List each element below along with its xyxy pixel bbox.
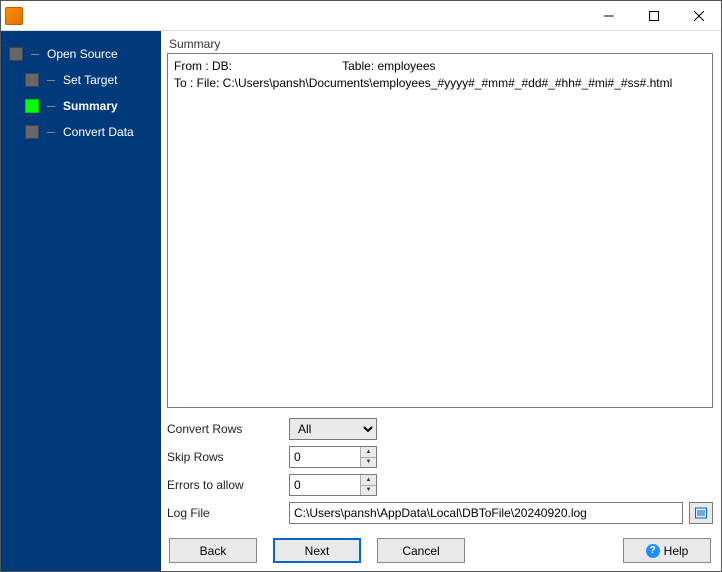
step-box-icon (25, 73, 39, 87)
sidebar-item-set-target[interactable]: Set Target (1, 67, 161, 93)
sidebar-item-convert-data[interactable]: Convert Data (1, 119, 161, 145)
spin-down-icon[interactable]: ▼ (361, 458, 376, 468)
sidebar-item-open-source[interactable]: Open Source (1, 41, 161, 67)
sidebar-item-label: Convert Data (63, 125, 134, 139)
summary-textarea[interactable]: From : DB: Table: employees To : File: C… (167, 53, 713, 408)
sidebar-item-summary[interactable]: Summary (1, 93, 161, 119)
summary-to: To : File: C:\Users\pansh\Documents\empl… (174, 75, 706, 92)
close-button[interactable] (676, 1, 721, 30)
help-icon: ? (646, 544, 660, 558)
log-file-input[interactable] (289, 502, 683, 524)
section-title: Summary (167, 37, 713, 51)
log-file-label: Log File (167, 506, 283, 520)
next-button[interactable]: Next (273, 538, 361, 563)
sidebar-item-label: Open Source (47, 47, 118, 61)
spin-up-icon[interactable]: ▲ (361, 447, 376, 458)
back-button[interactable]: Back (169, 538, 257, 563)
convert-rows-label: Convert Rows (167, 422, 283, 436)
minimize-button[interactable] (586, 1, 631, 30)
skip-rows-spinner[interactable]: ▲ ▼ (289, 446, 377, 468)
spin-up-icon[interactable]: ▲ (361, 475, 376, 486)
errors-input[interactable] (290, 475, 360, 495)
connector-icon (47, 80, 55, 81)
step-box-icon (25, 125, 39, 139)
step-box-icon (25, 99, 39, 113)
connector-icon (47, 132, 55, 133)
sidebar-item-label: Summary (63, 99, 118, 113)
connector-icon (31, 54, 39, 55)
app-icon (5, 7, 23, 25)
errors-label: Errors to allow (167, 478, 283, 492)
summary-from-db: From : DB: (174, 58, 339, 75)
summary-from-table: Table: employees (342, 59, 435, 73)
cancel-button[interactable]: Cancel (377, 538, 465, 563)
sidebar: Open Source Set Target Summary Convert D… (1, 31, 161, 571)
step-box-icon (9, 47, 23, 61)
spin-down-icon[interactable]: ▼ (361, 486, 376, 496)
connector-icon (47, 106, 55, 107)
errors-spinner[interactable]: ▲ ▼ (289, 474, 377, 496)
maximize-button[interactable] (631, 1, 676, 30)
convert-rows-select[interactable]: All (289, 418, 377, 440)
sidebar-item-label: Set Target (63, 73, 117, 87)
main-panel: Summary From : DB: Table: employees To :… (161, 31, 721, 571)
skip-rows-input[interactable] (290, 447, 360, 467)
skip-rows-label: Skip Rows (167, 450, 283, 464)
app-window: Open Source Set Target Summary Convert D… (0, 0, 722, 572)
folder-icon (694, 506, 708, 520)
browse-log-button[interactable] (689, 502, 713, 524)
help-button[interactable]: ? Help (623, 538, 711, 563)
titlebar (1, 1, 721, 31)
